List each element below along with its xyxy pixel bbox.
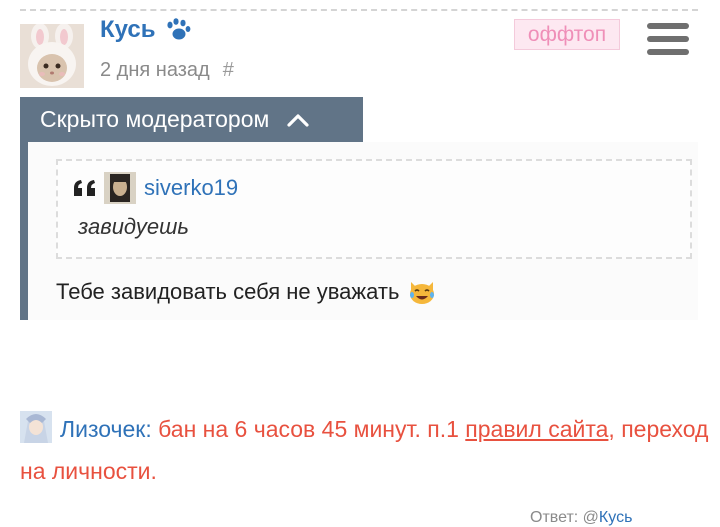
reply-text: Тебе завидовать себя не уважать xyxy=(56,279,400,304)
crying-laughing-cat-emoji xyxy=(410,282,435,304)
author-name[interactable]: Кусь xyxy=(100,16,156,44)
paw-icon xyxy=(166,18,190,40)
quote-icon xyxy=(74,180,95,196)
quote-text: завидуешь xyxy=(78,214,189,239)
reply-prefix: Ответ: @ xyxy=(530,509,599,526)
reply-target[interactable]: Кусь xyxy=(599,509,632,526)
rules-link[interactable]: правил сайта xyxy=(465,416,608,442)
quote-header: siverko19 xyxy=(72,172,238,204)
chevron-up-icon xyxy=(287,113,309,127)
moderator-avatar[interactable] xyxy=(20,411,52,443)
post-meta: 2 дня назад # xyxy=(100,59,234,82)
moderator-name[interactable]: Лизочек xyxy=(60,416,145,442)
top-divider xyxy=(20,9,698,11)
reply-footer[interactable]: Ответ: @Кусь xyxy=(530,509,632,527)
hidden-label: Скрыто модератором xyxy=(40,106,270,132)
ban-text: бан на 6 часов 45 минут. п.1 xyxy=(151,416,466,442)
quote-author[interactable]: siverko19 xyxy=(144,175,238,201)
author-avatar[interactable] xyxy=(20,24,84,88)
moderator-note: Лизочек: бан на 6 часов 45 минут. п.1 пр… xyxy=(20,408,710,492)
quote-author-avatar[interactable] xyxy=(104,172,136,204)
hidden-content-bar xyxy=(20,142,28,320)
hidden-by-moderator-toggle[interactable]: Скрыто модератором xyxy=(20,97,363,142)
hamburger-menu-icon[interactable] xyxy=(647,23,689,55)
post-timestamp: 2 дня назад xyxy=(100,59,210,81)
permalink-hash[interactable]: # xyxy=(223,59,234,82)
offtopic-tag: оффтоп xyxy=(514,19,620,50)
post-author[interactable]: Кусь xyxy=(100,16,192,44)
reply-message: Тебе завидовать себя не уважать xyxy=(56,278,437,306)
